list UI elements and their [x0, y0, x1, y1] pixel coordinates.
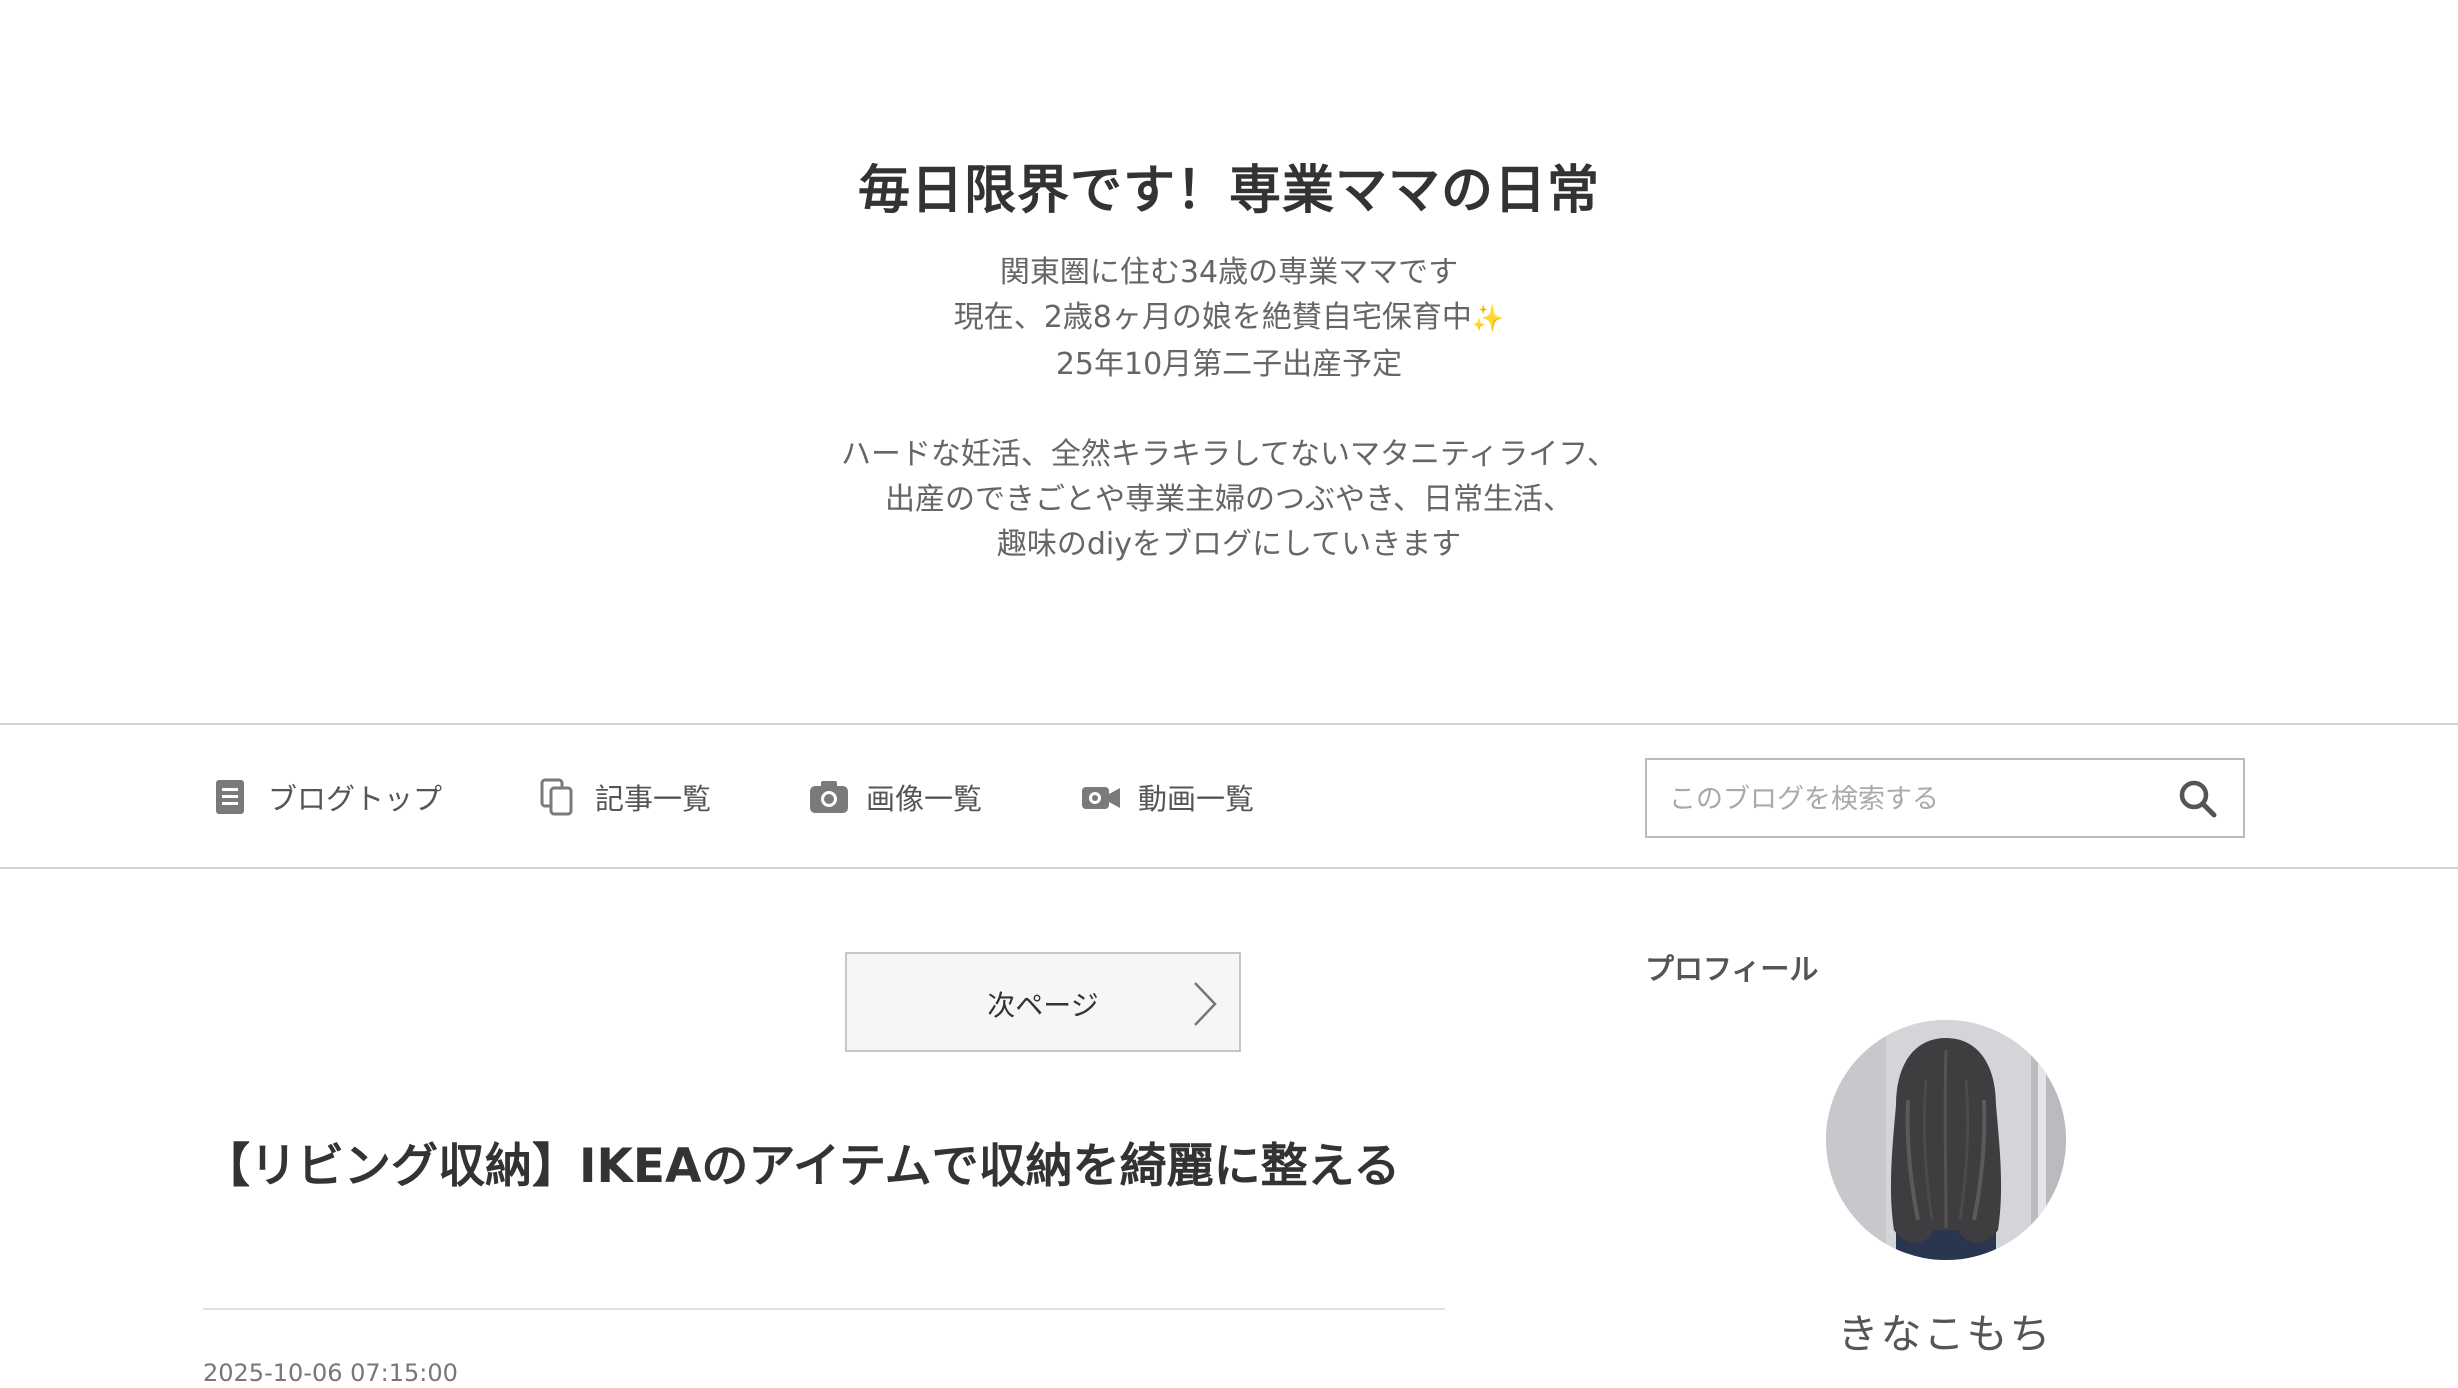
blog-search-box [1645, 758, 2245, 838]
blog-title[interactable]: 毎日限界です！専業ママの日常 [0, 155, 2458, 227]
blog-search-input[interactable] [1667, 774, 2141, 824]
nav-item-label: 動画一覧 [1138, 782, 1255, 816]
search-icon[interactable] [2177, 778, 2219, 820]
nav-item-articles[interactable]: 記事一覧 [537, 775, 711, 819]
profile-name[interactable]: きなこもち [1645, 1300, 2245, 1360]
avatar[interactable] [1826, 1020, 2066, 1260]
blog-description: 関東圏に住む34歳の専業ママです 現在、2歳8ヶ月の娘を絶賛自宅保育中✨ 25年… [0, 250, 2458, 567]
article-date: 2025-10-06 07:15:00 [203, 1359, 458, 1387]
chevron-right-icon [1191, 980, 1219, 1028]
profile-heading: プロフィール [1645, 952, 1819, 986]
description-line-1: 関東圏に住む34歳の専業ママです [999, 255, 1459, 290]
next-page-button[interactable]: 次ページ [845, 952, 1241, 1052]
nav-item-blog-top[interactable]: ブログトップ [210, 775, 442, 819]
description-line-2: 現在、2歳8ヶ月の娘を絶賛自宅保育中✨ [0, 295, 2458, 342]
nav-item-images[interactable]: 画像一覧 [808, 775, 982, 819]
description-line-4: ハードな妊活、全然キラキラしてないマタニティライフ、 [840, 437, 1618, 472]
nav-item-label: 記事一覧 [595, 782, 712, 816]
blog-nav-bar: ブログトップ 記事一覧 画像一覧 動画一覧 このブログを検索する [0, 723, 2458, 869]
next-page-label: 次ページ [987, 989, 1099, 1022]
description-line-3: 25年10月第二子出産予定 [1055, 347, 1403, 382]
sparkles-icon: ✨ [1471, 304, 1505, 334]
description-gap [0, 387, 2458, 432]
document-icon [210, 777, 252, 817]
article-divider [203, 1308, 1445, 1310]
camera-icon [808, 777, 850, 817]
description-line-6: 趣味のdiyをブログにしていきます [996, 527, 1462, 562]
nav-item-videos[interactable]: 動画一覧 [1080, 775, 1254, 819]
article-title[interactable]: 【リビング収納】IKEAのアイテムで収納を綺麗に整える [203, 1130, 1443, 1204]
copy-icon [537, 777, 579, 817]
blog-header: 毎日限界です！専業ママの日常 関東圏に住む34歳の専業ママです 現在、2歳8ヶ月… [0, 0, 2458, 723]
nav-item-label: 画像一覧 [866, 782, 983, 816]
nav-item-label: ブログトップ [268, 782, 443, 816]
description-line-5: 出産のできごとや専業主婦のつぶやき、日常生活、 [885, 482, 1573, 517]
description-line-2-text: 現在、2歳8ヶ月の娘を絶賛自宅保育中 [953, 300, 1472, 335]
video-camera-icon [1080, 777, 1122, 817]
